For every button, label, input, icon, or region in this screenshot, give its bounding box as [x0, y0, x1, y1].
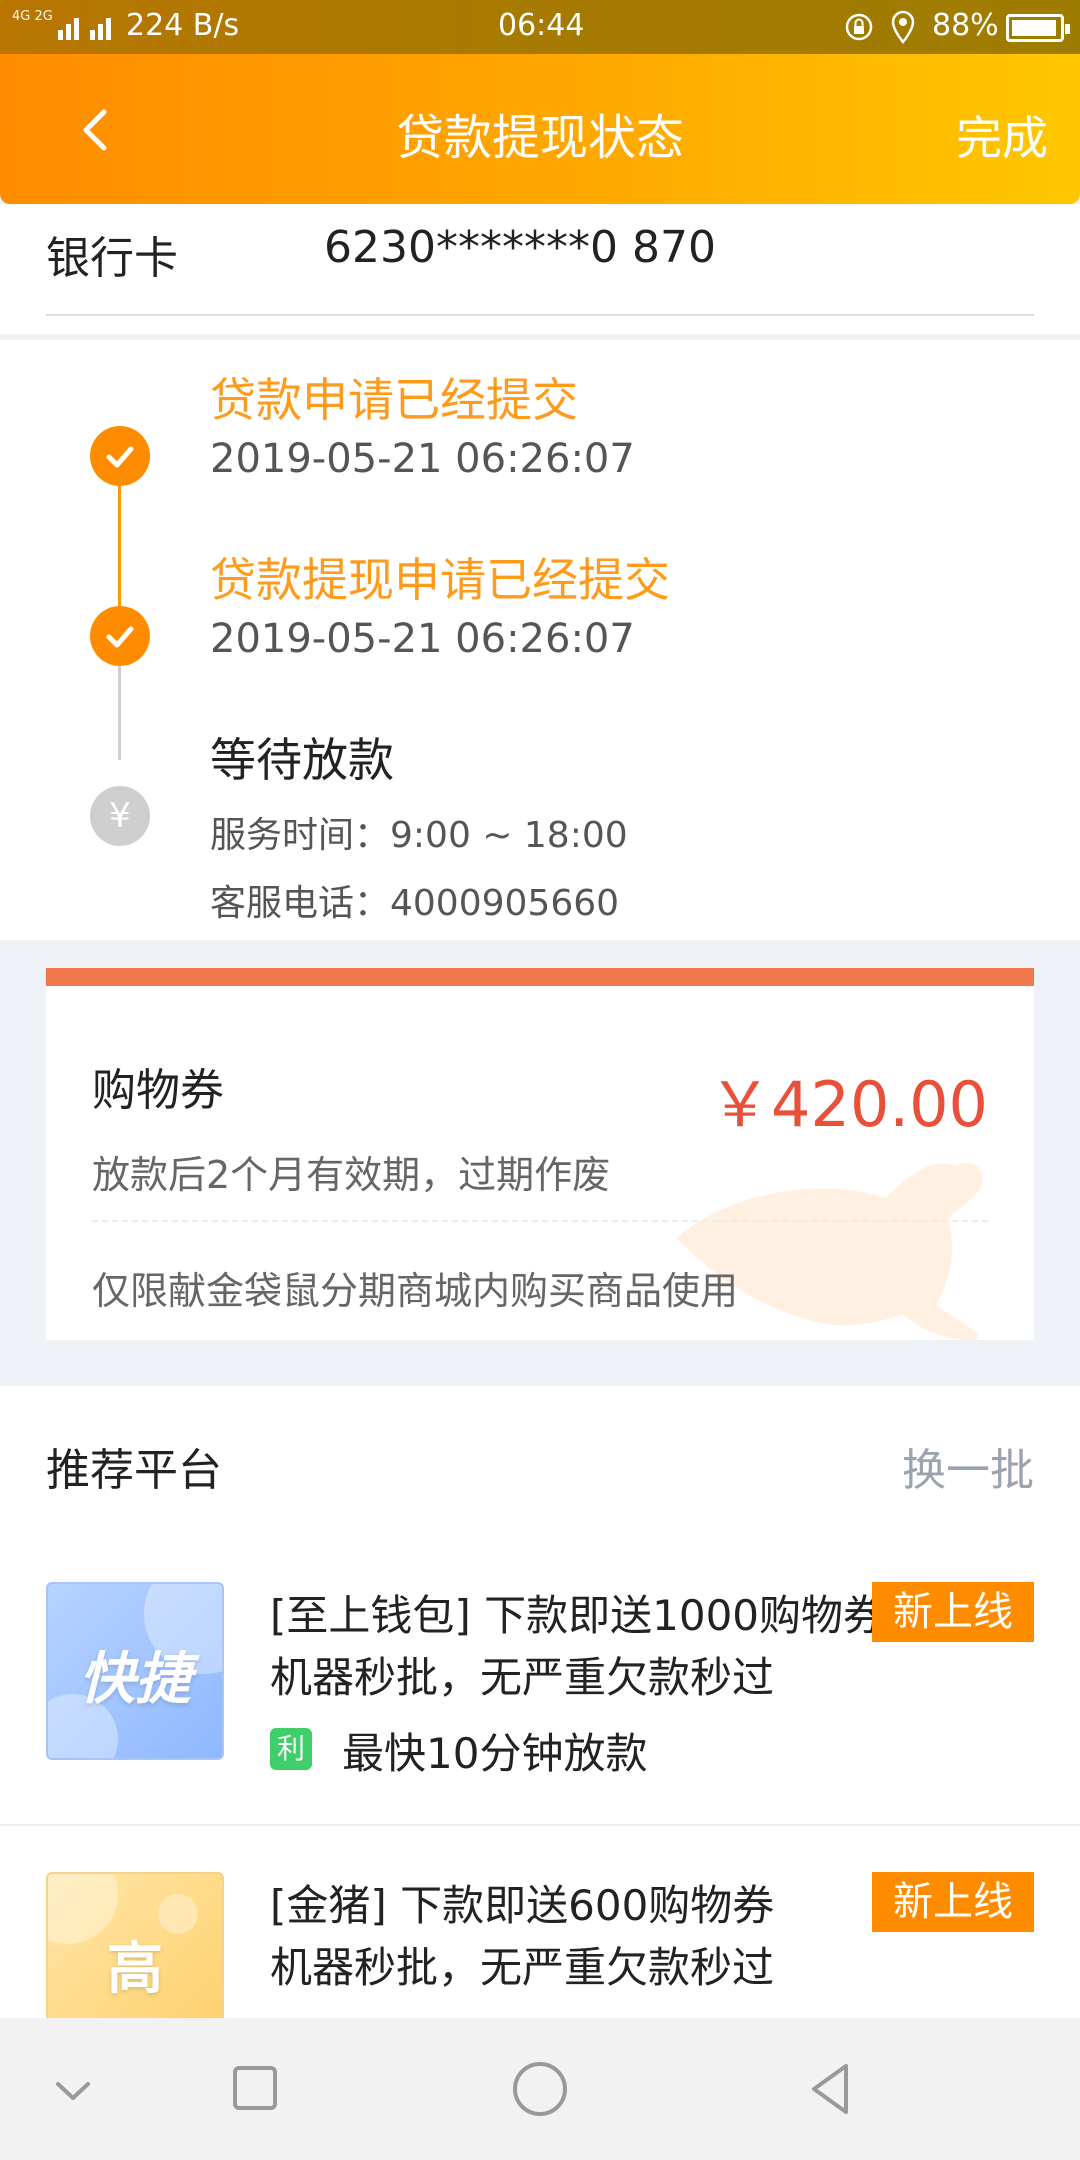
section-title: 推荐平台 — [46, 1445, 222, 1496]
coupon-accent-bar — [46, 968, 1034, 986]
platform-headline: [至上钱包] 下款即送1000购物券 — [270, 1591, 886, 1640]
platform-headline: [金猪] 下款即送600购物券 — [270, 1881, 775, 1930]
coupon-validity: 放款后2个月有效期，过期作废 — [92, 1153, 611, 1197]
platform-logo: 快捷 — [46, 1582, 224, 1760]
signal-text: 4G 2G — [12, 9, 53, 24]
page-title: 贷款提现状态 — [395, 110, 684, 166]
status-time: 06:44 — [498, 8, 585, 43]
home-circle-icon[interactable] — [505, 2054, 575, 2124]
divider — [0, 1824, 1080, 1826]
done-button[interactable]: 完成 — [956, 102, 1048, 168]
list-item[interactable]: 快捷 [至上钱包] 下款即送1000购物券 机器秒批，无严重欠款秒过 利 最快1… — [0, 1582, 1080, 1872]
system-nav-bar — [0, 2018, 1080, 2160]
logo-text: 高 — [107, 1937, 163, 2002]
chevron-down-icon[interactable] — [38, 2054, 108, 2124]
timeline-step-time: 2019-05-21 06:26:07 — [210, 436, 635, 482]
app-header: 贷款提现状态 完成 — [0, 54, 1080, 204]
recommended-platforms: 推荐平台 换一批 快捷 [至上钱包] 下款即送1000购物券 机器秒批，无严重欠… — [0, 1386, 1080, 2020]
loan-status-timeline: 贷款申请已经提交 2019-05-21 06:26:07 贷款提现申请已经提交 … — [0, 340, 1080, 940]
platform-feature: 最快10分钟放款 — [342, 1729, 648, 1778]
location-icon — [891, 10, 915, 44]
rotation-lock-icon — [845, 13, 873, 41]
refresh-batch-button[interactable]: 换一批 — [902, 1434, 1034, 1498]
bank-card-row: 银行卡 6230*******0 870 — [0, 204, 1080, 334]
platform-description: 机器秒批，无严重欠款秒过 — [270, 1943, 775, 1992]
shopping-coupon-card: 购物券 ￥420.00 放款后2个月有效期，过期作废 仅限献金袋鼠分期商城内购买… — [46, 968, 1034, 1340]
bank-card-number: 6230*******0 870 — [324, 222, 716, 273]
coupon-usage-note: 仅限献金袋鼠分期商城内购买商品使用 — [92, 1269, 739, 1313]
signal-bars-icon — [58, 18, 111, 40]
status-bar: 4G 2G 224 B/s 06:44 88% — [0, 0, 1080, 54]
battery-icon — [1006, 14, 1070, 42]
network-speed: 224 B/s — [126, 8, 240, 43]
battery-percent: 88% — [932, 8, 999, 43]
service-hours: 服务时间：9:00 ~ 18:00 — [210, 815, 628, 856]
benefit-tag: 利 — [270, 1728, 312, 1770]
timeline-step-time: 2019-05-21 06:26:07 — [210, 616, 635, 662]
check-icon — [90, 426, 150, 486]
new-badge: 新上线 — [872, 1872, 1034, 1932]
platform-logo: 高 — [46, 1872, 224, 2020]
divider — [46, 314, 1034, 316]
back-triangle-icon[interactable] — [796, 2054, 866, 2124]
coupon-amount: ￥420.00 — [709, 1068, 988, 1141]
recents-square-icon[interactable] — [220, 2054, 290, 2124]
new-badge: 新上线 — [872, 1582, 1034, 1642]
service-phone[interactable]: 客服电话：4000905660 — [210, 874, 619, 926]
dashed-divider — [92, 1220, 988, 1222]
yuan-icon: ¥ — [90, 786, 150, 846]
check-icon — [90, 606, 150, 666]
bank-card-label: 银行卡 — [46, 233, 178, 284]
coupon-name: 购物券 — [92, 1065, 224, 1116]
timeline-step-title: 贷款申请已经提交 — [210, 373, 578, 427]
logo-text: 快捷 — [79, 1647, 191, 1712]
timeline-step-title: 等待放款 — [210, 733, 394, 787]
list-item[interactable]: 高 [金猪] 下款即送600购物券 机器秒批，无严重欠款秒过 新上线 — [0, 1872, 1080, 2020]
timeline-step-title: 贷款提现申请已经提交 — [210, 553, 670, 607]
platform-description: 机器秒批，无严重欠款秒过 — [270, 1653, 775, 1702]
